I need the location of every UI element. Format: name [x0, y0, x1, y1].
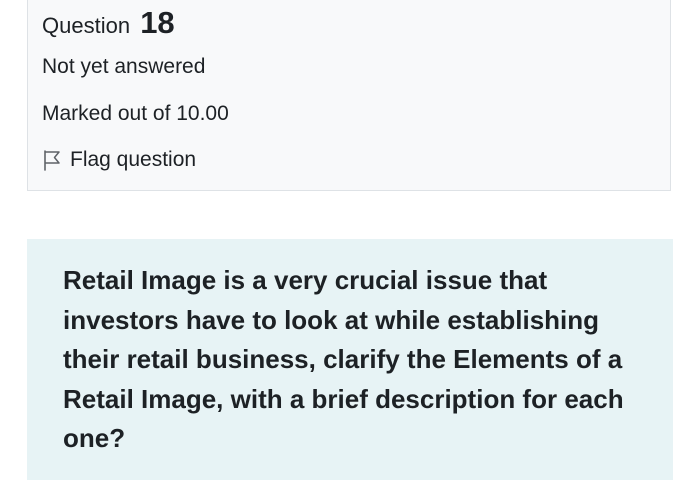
question-number-heading: Question 18 — [42, 3, 175, 46]
flag-icon — [42, 149, 62, 171]
flag-question-label: Flag question — [70, 148, 197, 171]
flag-question-button[interactable]: Flag question — [42, 145, 196, 175]
question-text-panel: Retail Image is a very crucial issue tha… — [27, 239, 673, 480]
question-info-panel: Question 18 Not yet answered Marked out … — [27, 0, 671, 191]
question-text: Retail Image is a very crucial issue tha… — [63, 265, 624, 453]
question-number: 18 — [140, 5, 175, 40]
question-state: Not yet answered — [42, 55, 206, 78]
question-grade: Marked out of 10.00 — [42, 102, 229, 125]
quiz-page: Question 18 Not yet answered Marked out … — [0, 0, 700, 480]
question-label: Question — [42, 13, 131, 38]
